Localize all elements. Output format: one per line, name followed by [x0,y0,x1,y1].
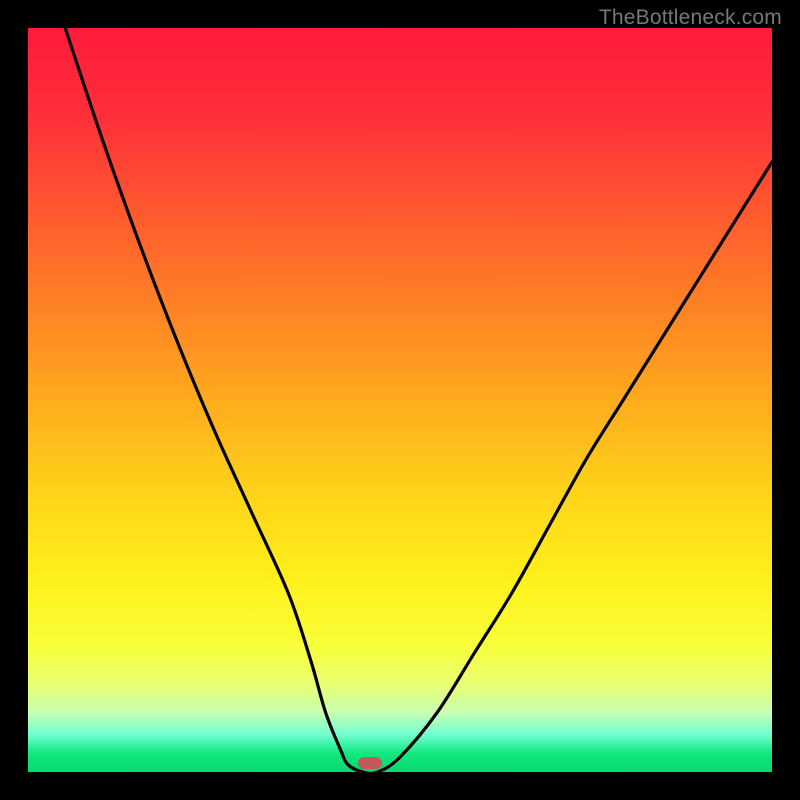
watermark-text: TheBottleneck.com [599,6,782,30]
plot-frame [28,28,772,772]
optimal-marker [358,757,382,769]
bottleneck-curve [28,28,772,772]
plot-area [28,28,772,772]
